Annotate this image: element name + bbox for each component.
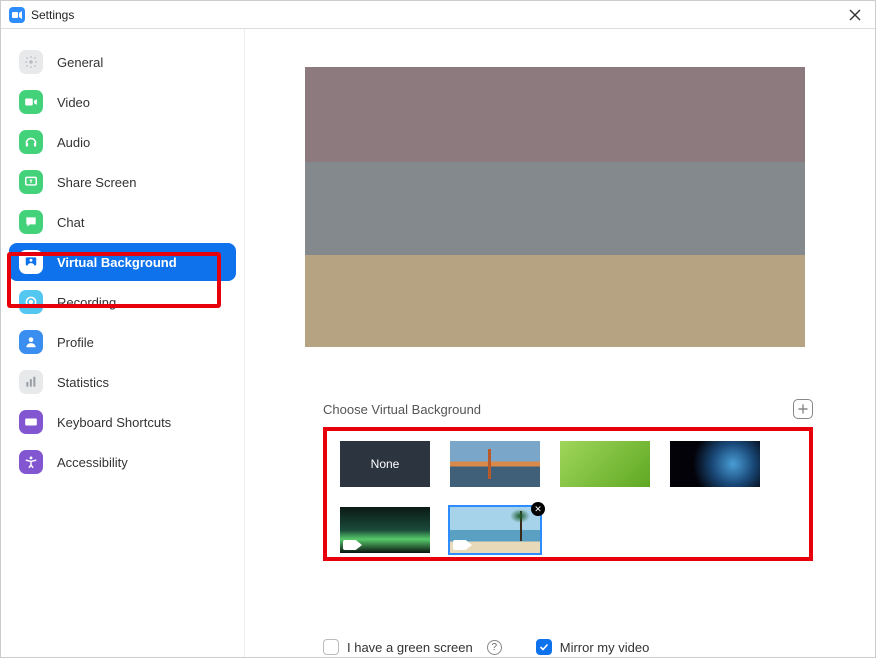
sidebar-item-label: Accessibility bbox=[57, 455, 128, 470]
add-background-button[interactable] bbox=[793, 399, 813, 419]
app-icon bbox=[9, 7, 25, 23]
keyboard-shortcuts-icon bbox=[19, 410, 43, 434]
video-icon bbox=[19, 90, 43, 114]
sidebar: General Video Audio Share Screen Chat Virtual… bbox=[1, 29, 245, 657]
bg-thumb-beach[interactable]: ✕ bbox=[450, 507, 540, 553]
sidebar-item-keyboard-shortcuts[interactable]: Keyboard Shortcuts bbox=[9, 403, 236, 441]
choose-row: Choose Virtual Background bbox=[323, 399, 813, 419]
settings-window: Settings General Video Audio Share Screen Ch… bbox=[0, 0, 876, 658]
statistics-icon bbox=[19, 370, 43, 394]
sidebar-item-recording[interactable]: Recording bbox=[9, 283, 236, 321]
options-row: I have a green screen ? Mirror my video bbox=[323, 639, 655, 655]
titlebar: Settings bbox=[1, 1, 875, 29]
sidebar-item-label: Virtual Background bbox=[57, 255, 177, 270]
preview-band bbox=[305, 162, 805, 254]
remove-background-button[interactable]: ✕ bbox=[531, 502, 545, 516]
mirror-label: Mirror my video bbox=[560, 640, 650, 655]
sidebar-item-statistics[interactable]: Statistics bbox=[9, 363, 236, 401]
sidebar-item-label: Video bbox=[57, 95, 90, 110]
sidebar-item-accessibility[interactable]: Accessibility bbox=[9, 443, 236, 481]
sidebar-item-profile[interactable]: Profile bbox=[9, 323, 236, 361]
sidebar-item-chat[interactable]: Chat bbox=[9, 203, 236, 241]
green-screen-checkbox[interactable] bbox=[323, 639, 339, 655]
green-screen-label: I have a green screen bbox=[347, 640, 473, 655]
video-badge-icon bbox=[343, 540, 357, 550]
bg-thumb-grass[interactable] bbox=[560, 441, 650, 487]
virtual-background-icon bbox=[19, 250, 43, 274]
accessibility-icon bbox=[19, 450, 43, 474]
help-icon[interactable]: ? bbox=[487, 640, 502, 655]
close-button[interactable] bbox=[843, 3, 867, 27]
annotation-highlight-thumbs: None ✕ bbox=[323, 427, 813, 561]
video-preview bbox=[305, 67, 805, 347]
check-icon bbox=[539, 642, 549, 652]
sidebar-item-general[interactable]: General bbox=[9, 43, 236, 81]
sidebar-item-label: Chat bbox=[57, 215, 84, 230]
background-thumbs: None ✕ bbox=[340, 441, 796, 553]
sidebar-item-video[interactable]: Video bbox=[9, 83, 236, 121]
sidebar-item-label: Keyboard Shortcuts bbox=[57, 415, 171, 430]
sidebar-item-audio[interactable]: Audio bbox=[9, 123, 236, 161]
sidebar-item-virtual-background[interactable]: Virtual Background bbox=[9, 243, 236, 281]
choose-label: Choose Virtual Background bbox=[323, 402, 481, 417]
bg-thumb-none[interactable]: None bbox=[340, 441, 430, 487]
content-area: Choose Virtual Background None ✕ I have a… bbox=[245, 29, 875, 657]
audio-icon bbox=[19, 130, 43, 154]
video-badge-icon bbox=[453, 540, 467, 550]
sidebar-item-label: Statistics bbox=[57, 375, 109, 390]
close-icon bbox=[849, 9, 861, 21]
body: General Video Audio Share Screen Chat Virtual… bbox=[1, 29, 875, 657]
bg-thumb-golden-gate-bridge[interactable] bbox=[450, 441, 540, 487]
sidebar-item-label: Audio bbox=[57, 135, 90, 150]
general-icon bbox=[19, 50, 43, 74]
bg-thumb-aurora[interactable] bbox=[340, 507, 430, 553]
preview-band bbox=[305, 67, 805, 162]
recording-icon bbox=[19, 290, 43, 314]
sidebar-item-label: Profile bbox=[57, 335, 94, 350]
mirror-checkbox[interactable] bbox=[536, 639, 552, 655]
chat-icon bbox=[19, 210, 43, 234]
window-title: Settings bbox=[31, 8, 74, 22]
sidebar-item-label: Recording bbox=[57, 295, 116, 310]
profile-icon bbox=[19, 330, 43, 354]
share-screen-icon bbox=[19, 170, 43, 194]
plus-icon bbox=[798, 404, 808, 414]
bg-thumb-earth-space[interactable] bbox=[670, 441, 760, 487]
sidebar-item-share-screen[interactable]: Share Screen bbox=[9, 163, 236, 201]
preview-band bbox=[305, 255, 805, 347]
sidebar-item-label: General bbox=[57, 55, 103, 70]
sidebar-item-label: Share Screen bbox=[57, 175, 137, 190]
